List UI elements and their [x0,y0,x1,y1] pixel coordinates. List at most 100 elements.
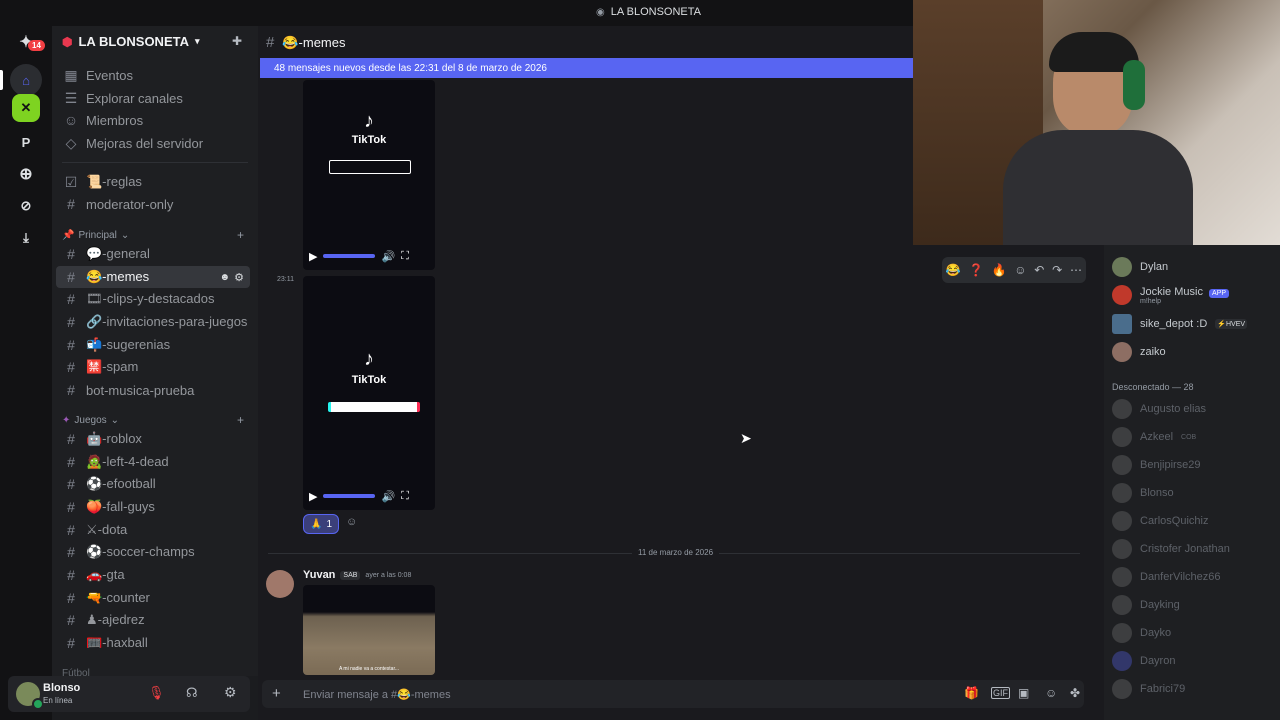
add-server-button[interactable]: ⊕ [10,158,42,190]
channel-left-4-dead[interactable]: # 🧟-left-4-dead [56,451,250,473]
channel-roblox[interactable]: # 🤖-roblox [56,428,250,450]
member-item[interactable]: Dylan [1112,255,1278,279]
add-channel-icon[interactable]: + [237,228,244,242]
member-item[interactable]: sike_depot :D ⚡HVEV [1112,312,1278,336]
volume-slider[interactable] [323,254,376,258]
add-reaction-icon[interactable]: ☺ [1014,263,1026,277]
author-name[interactable]: Yuvan [303,569,335,581]
channel-moderator-only[interactable]: # moderator-only [56,193,250,215]
avatar [1112,427,1132,447]
add-channel-icon[interactable]: + [237,413,244,427]
volume-slider[interactable] [323,494,376,498]
category-icon: ✦ [62,415,71,426]
avatar[interactable] [266,570,294,598]
member-name-row: Jockie Music APP [1140,286,1230,298]
nav-eventos[interactable]: ▦ Eventos [56,64,250,86]
channel-bot-musica[interactable]: # bot-musica-prueba [56,379,250,401]
nav-mejoras[interactable]: ◇ Mejoras del servidor [56,132,250,154]
apps-icon[interactable]: ✤ [1070,686,1080,700]
guild-header[interactable]: ⬢ LA BLONSONETA ▾ [62,34,200,49]
volume-icon[interactable]: 🔊 [381,250,395,263]
new-messages-banner[interactable]: 48 mensajes nuevos desde las 22:31 del 8… [260,58,914,78]
channel-ajedrez[interactable]: # ♟-ajedrez [56,609,250,631]
gif-icon[interactable]: GIF [991,687,1010,699]
explore-button[interactable]: ⊘ [10,190,42,222]
gift-icon[interactable]: 🎁 [964,686,979,700]
member-item[interactable]: Blonso [1112,481,1278,505]
channel-efootball[interactable]: # ⚽-efootball [56,473,250,495]
home-button[interactable]: ✦ 14 [10,26,45,58]
channel-header: # 😂-memes [266,34,345,51]
channel-spam[interactable]: # 🈲-spam [56,356,250,378]
reply-icon[interactable]: ↶ [1034,263,1044,277]
server-item-green[interactable]: ✕ [12,94,40,122]
message-time: ayer a las 0:08 [365,571,412,579]
hash-icon: # [67,337,75,353]
member-item[interactable]: Azkeel COB [1112,425,1278,449]
hash-icon: # [67,522,75,538]
gear-icon[interactable]: ⚙ [224,684,237,701]
avatar [1112,314,1132,334]
channel-counter[interactable]: # 🔫-counter [56,587,250,609]
reaction-question-icon[interactable]: ❓ [969,263,984,277]
member-item[interactable]: CarlosQuichiz [1112,509,1278,533]
invite-member-icon[interactable]: ☻ [219,272,230,283]
invite-icon[interactable]: ✚ [232,34,242,48]
reaction-fire-icon[interactable]: 🔥 [991,263,1006,277]
headphones-icon[interactable]: ☊ [186,685,198,701]
gear-icon[interactable]: ⚙ [234,271,244,284]
nav-miembros[interactable]: ☺ Miembros [56,109,250,131]
channel-invitaciones[interactable]: # 🔗-invitaciones-para-juegos [56,311,250,333]
channel-haxball[interactable]: # 🥅-haxball [56,632,250,654]
forward-icon[interactable]: ↷ [1052,263,1062,277]
server-item-p[interactable]: P [10,126,42,158]
image-attachment[interactable]: A mi nadie va a contestar... [303,585,435,675]
channel-sugerenias[interactable]: # 📬-sugerenias [56,334,250,356]
more-icon[interactable]: ⋯ [1070,263,1082,277]
reaction-chip[interactable]: 🙏 1 [303,514,339,534]
member-tag: ⚡HVEV [1215,319,1248,329]
member-item[interactable]: Dayking [1112,593,1278,617]
controller-icon: ⌂ [22,72,30,88]
fullscreen-icon[interactable]: ⛶ [401,490,409,503]
member-item[interactable]: Cristofer Jonathan [1112,537,1278,561]
channel-fall-guys[interactable]: # 🍑-fall-guys [56,496,250,518]
category-principal[interactable]: 📌 Principal ⌄ [62,230,129,241]
attach-plus-icon[interactable]: + [272,685,281,702]
channel-gta[interactable]: # 🚗-gta [56,564,250,586]
category-juegos[interactable]: ✦ Juegos ⌄ [62,415,119,426]
video-attachment[interactable]: ♪ TikTok ▶ 🔊 ⛶ [303,80,435,270]
mute-icon[interactable]: 🎙 [148,685,165,701]
member-item[interactable]: Dayko [1112,621,1278,645]
volume-icon[interactable]: 🔊 [381,490,395,503]
emoji-icon[interactable]: ☺ [1045,686,1057,700]
sticker-icon[interactable]: ▣ [1018,686,1029,700]
message-input[interactable]: Enviar mensaje a #😂-memes [303,688,451,701]
fullscreen-icon[interactable]: ⛶ [401,250,409,263]
member-item[interactable]: zaiko [1112,340,1278,364]
channel-soccer-champs[interactable]: # ⚽-soccer-champs [56,541,250,563]
channel-dota[interactable]: # ⚔-dota [56,519,250,541]
channel-reglas[interactable]: ☑ 📜-reglas [56,171,250,193]
hash-icon: # [67,314,75,330]
member-item[interactable]: Dayron [1112,649,1278,673]
member-item[interactable]: Jockie Music APP m!help [1112,283,1278,307]
reaction-laugh-icon[interactable]: 😂 [946,263,961,277]
channel-memes[interactable]: # 😂-memes ☻ ⚙ [56,266,250,288]
channel-general[interactable]: # 💬-general [56,243,250,265]
nav-explorar[interactable]: ☰ Explorar canales [56,87,250,109]
member-item[interactable]: DanferVilchez66 [1112,565,1278,589]
member-item[interactable]: Fabrici79 [1112,677,1278,701]
member-info: Jockie Music APP m!help [1140,286,1230,305]
server-item-blonsoneta[interactable]: ⌂ [10,64,42,96]
member-item[interactable]: Augusto elias [1112,397,1278,421]
member-item[interactable]: Benjipirse29 [1112,453,1278,477]
play-icon[interactable]: ▶ [309,490,317,503]
plus-icon: ⊕ [19,166,33,183]
video-attachment[interactable]: ♪ TikTok ▶ 🔊 ⛶ [303,276,435,510]
channel-clips[interactable]: # 🎞-clips-y-destacados [56,288,250,310]
play-icon[interactable]: ▶ [309,250,317,263]
download-button[interactable]: ⤓ [10,222,42,254]
avatar [1112,483,1132,503]
add-reaction-icon[interactable]: ☺ [346,516,357,528]
